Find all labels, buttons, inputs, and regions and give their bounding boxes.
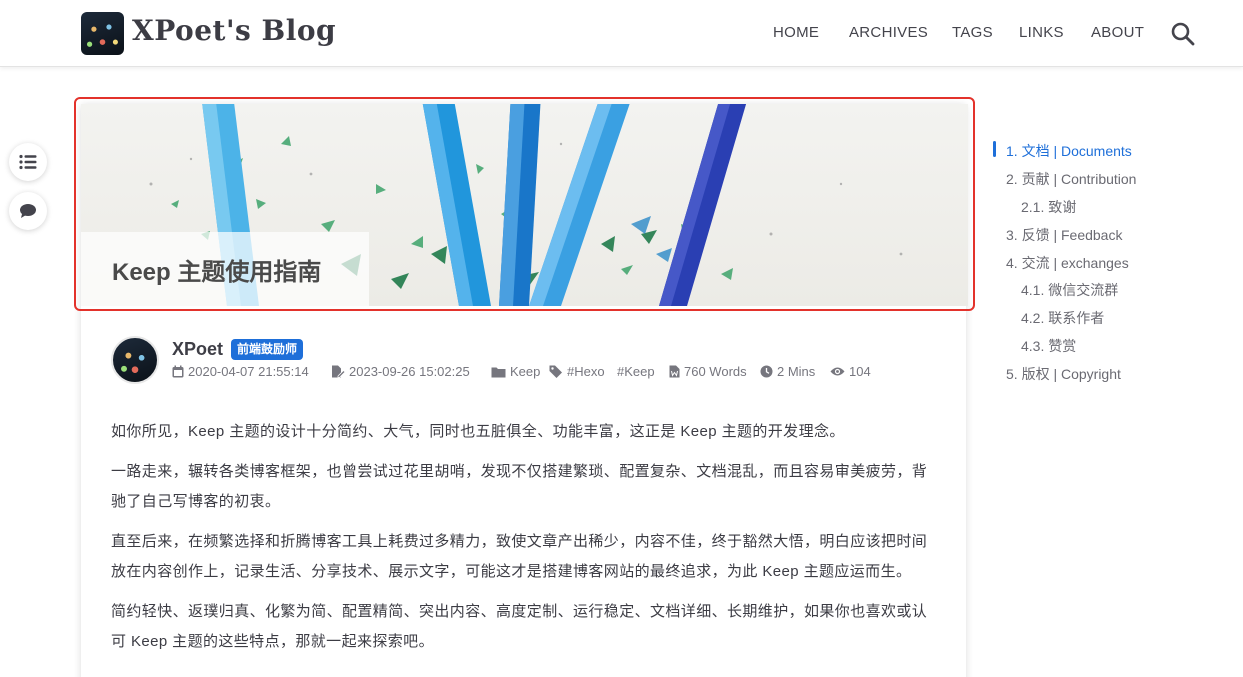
meta-updated-text: 2023-09-26 15:02:25: [349, 364, 470, 379]
meta-read-time: 2 Mins: [760, 364, 815, 379]
article-paragraph: 简约轻快、返璞归真、化繁为简、配置精简、突出内容、高度定制、运行稳定、文档详细、…: [111, 603, 928, 650]
meta-views: 104: [830, 364, 871, 379]
clock-icon: [760, 365, 773, 378]
site-header: XPoet's Blog HOME ARCHIVES TAGS LINKS AB…: [0, 0, 1243, 67]
tag-hexo[interactable]: #Hexo: [567, 364, 605, 379]
toc-toggle-button[interactable]: [9, 143, 47, 181]
article-paragraph: 一路走来，辗转各类博客框架，也曾尝试过花里胡哨，发现不仅搭建繁琐、配置复杂、文档…: [111, 463, 928, 510]
toc-item-contribution[interactable]: 2. 贡献 | Contribution: [1006, 169, 1136, 189]
article-paragraph: 如你所见，Keep 主题的设计十分简约、大气，同时也五脏俱全、功能丰富，这正是 …: [111, 423, 845, 440]
meta-words-text: 760 Words: [684, 364, 747, 379]
file-edit-icon: [332, 365, 345, 378]
calendar-icon: [172, 365, 184, 378]
toc-item-copyright[interactable]: 5. 版权 | Copyright: [1006, 364, 1121, 384]
author-badge: 前端鼓励师: [231, 339, 304, 360]
site-title[interactable]: XPoet's Blog: [132, 14, 336, 47]
article-paragraph: 直至后来，在频繁选择和折腾博客工具上耗费过多精力，致使文章产出稀少，内容不佳，终…: [111, 533, 928, 580]
meta-category-text[interactable]: Keep: [510, 364, 540, 379]
toc-item-exchanges[interactable]: 4. 交流 | exchanges: [1006, 253, 1129, 273]
comment-icon: [20, 204, 36, 218]
toc-item-documents[interactable]: 1. 文档 | Documents: [1006, 141, 1132, 161]
article-title: Keep 主题使用指南: [112, 259, 322, 286]
meta-category[interactable]: Keep: [491, 364, 540, 379]
toc-item-wechat-group[interactable]: 4.1. 微信交流群: [1021, 280, 1118, 300]
author-avatar[interactable]: [111, 336, 159, 384]
toc-item-contact-author[interactable]: 4.2. 联系作者: [1021, 308, 1104, 328]
site-logo[interactable]: [81, 12, 124, 55]
meta-updated: 2023-09-26 15:02:25: [331, 364, 470, 379]
comment-button[interactable]: [9, 192, 47, 230]
search-icon[interactable]: [1170, 21, 1196, 47]
tag-keep[interactable]: #Keep: [617, 364, 655, 379]
eye-icon: [830, 367, 845, 376]
nav-links[interactable]: LINKS: [1019, 24, 1064, 41]
meta-tag-keep: #Keep: [617, 364, 655, 379]
meta-created-text: 2020-04-07 21:55:14: [188, 364, 309, 379]
meta-tags: #Hexo: [549, 364, 605, 379]
folder-icon: [491, 367, 506, 377]
tags-icon: [549, 365, 562, 378]
meta-words: 760 Words: [669, 364, 747, 379]
nav-about[interactable]: ABOUT: [1091, 24, 1144, 41]
toc-item-appreciate[interactable]: 4.3. 赞赏: [1021, 336, 1076, 356]
file-word-icon: [669, 365, 680, 378]
meta-created: 2020-04-07 21:55:14: [172, 364, 309, 379]
toc-item-feedback[interactable]: 3. 反馈 | Feedback: [1006, 225, 1122, 245]
nav-home[interactable]: HOME: [773, 24, 819, 41]
nav-tags[interactable]: TAGS: [952, 24, 993, 41]
list-icon: [19, 154, 37, 170]
toc-item-thanks[interactable]: 2.1. 致谢: [1021, 197, 1076, 217]
meta-read-time-text: 2 Mins: [777, 364, 816, 379]
meta-views-text: 104: [849, 364, 871, 379]
nav-archives[interactable]: ARCHIVES: [849, 24, 928, 41]
author-name[interactable]: XPoet: [172, 339, 223, 360]
toc-active-indicator: [993, 141, 996, 157]
